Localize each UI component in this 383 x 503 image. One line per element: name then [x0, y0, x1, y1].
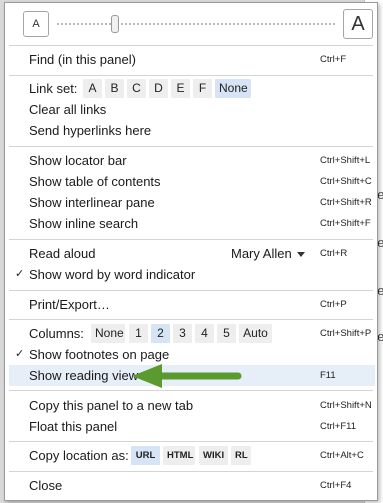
annotation-arrow [132, 364, 242, 388]
annotation-arrow-head [132, 364, 162, 388]
